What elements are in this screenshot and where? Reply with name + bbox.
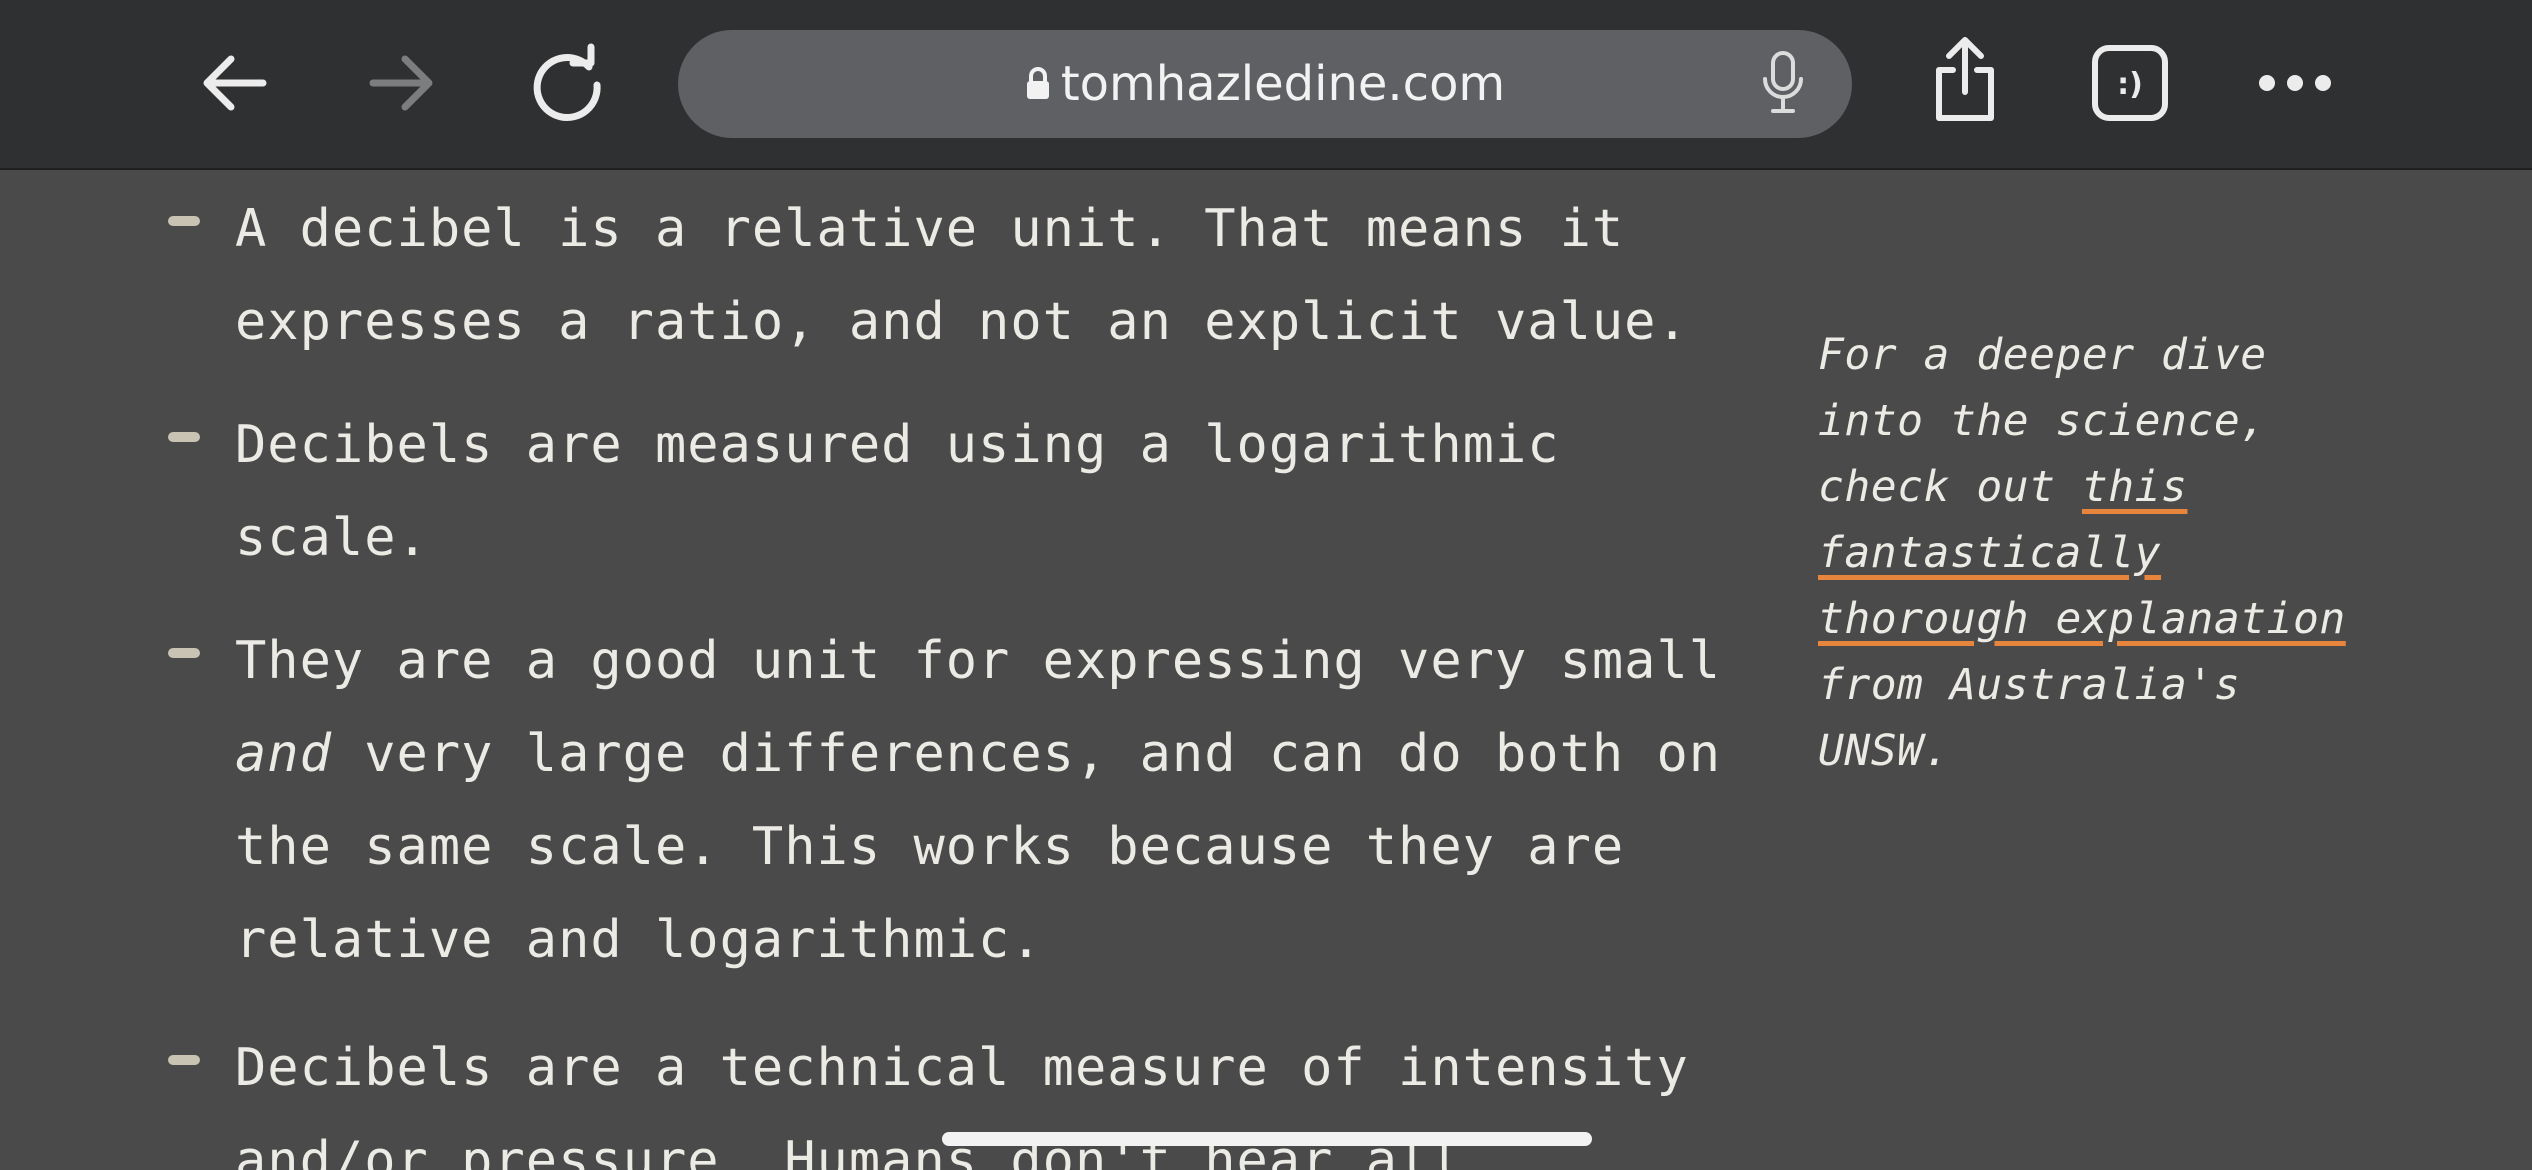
address-bar[interactable]: tomhazledine.com [678,30,1852,138]
list-item-text: A decibel is a relative unit. That means… [235,199,1689,352]
share-icon [1936,37,1994,121]
browser-toolbar: tomhazledine.com :) [0,0,2532,170]
forward-button[interactable] [356,38,446,128]
lock-icon [1026,67,1049,99]
list-item-text: They are a good unit for expressing very… [235,615,1755,987]
back-button[interactable] [190,38,280,128]
bullet-dash [168,648,200,658]
back-arrow-icon [203,55,267,111]
tabs-glyph: :) [2117,67,2143,102]
text-segment: very large differences, and can do both … [235,724,1722,970]
forward-arrow-icon [369,55,433,111]
sidenote: For a deeper dive into the science, chec… [1818,322,2378,784]
tabs-icon: :) [2092,45,2168,121]
voice-search-button[interactable] [1738,39,1828,129]
more-button[interactable] [2250,38,2340,128]
more-icon [2259,75,2331,91]
tabs-button[interactable]: :) [2085,38,2175,128]
home-indicator[interactable] [942,1132,1592,1146]
page-content: A decibel is a relative unit. That means… [0,170,2532,1170]
sidenote-text: For a deeper dive into the science, chec… [1818,330,2267,512]
reload-icon [533,43,601,121]
microphone-icon [1763,51,1803,113]
list-item-text: Decibels are a technical measure of inte… [235,1038,1689,1170]
reload-button[interactable] [522,38,612,128]
text-segment: They are a good unit for expressing very… [235,631,1722,691]
emphasis-text: and [235,724,332,784]
sidenote-text: from Australia's UNSW. [1818,660,2241,776]
url-text: tomhazledine.com [1060,56,1506,112]
share-button[interactable] [1920,34,2010,124]
list-item-text: Decibels are measured using a logarithmi… [235,415,1560,568]
bullet-dash [168,1055,200,1065]
bullet-dash [168,216,200,226]
bullet-dash [168,432,200,442]
